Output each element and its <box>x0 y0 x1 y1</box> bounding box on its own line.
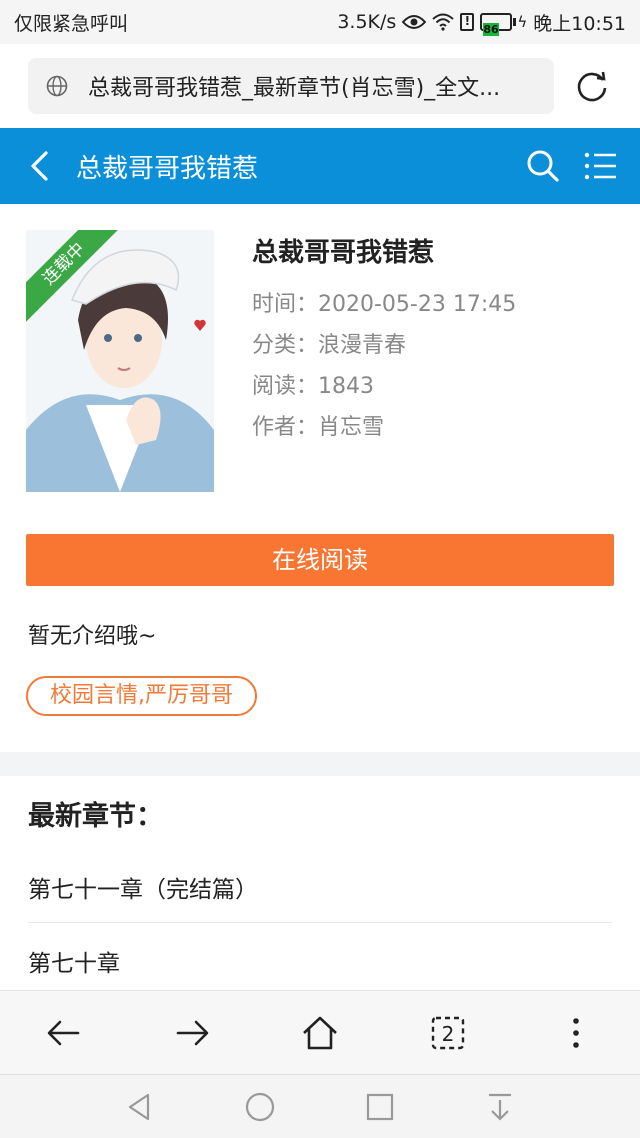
svg-text:2: 2 <box>442 1022 455 1046</box>
book-tag[interactable]: 校园言情,严厉哥哥 <box>26 676 257 716</box>
serializing-ribbon: 连载中 <box>26 230 118 322</box>
nav-home-icon[interactable] <box>244 1091 276 1123</box>
wifi-icon <box>432 13 454 31</box>
chapter-link[interactable]: 第七十章 <box>28 944 612 978</box>
latest-chapters: 最新章节： 第七十一章（完结篇） 第七十章 <box>0 776 640 990</box>
book-title: 总裁哥哥我错惹 <box>252 238 435 268</box>
section-divider <box>0 752 640 776</box>
forward-icon[interactable] <box>172 1013 212 1053</box>
carrier-text: 仅限紧急呼叫 <box>14 12 129 35</box>
charging-bolt-icon: ϟ <box>517 13 528 31</box>
status-icons: 3.5K/s ! 86 ϟ 晚上10:51 <box>337 9 626 36</box>
system-nav-bar <box>0 1074 640 1138</box>
globe-icon <box>46 75 68 97</box>
browser-address-area: 总裁哥哥我错惹_最新章节(肖忘雪)_全文... <box>0 44 640 128</box>
clock: 晚上10:51 <box>533 12 626 35</box>
browser-toolbar: 2 <box>0 990 640 1074</box>
chapter-link[interactable]: 第七十一章（完结篇） <box>28 870 612 904</box>
latest-chapters-heading: 最新章节： <box>28 801 163 832</box>
network-speed: 3.5K/s <box>337 11 397 33</box>
home-icon[interactable] <box>300 1013 340 1053</box>
nav-back-icon[interactable] <box>124 1091 156 1123</box>
header-title: 总裁哥哥我错惹 <box>76 153 259 184</box>
ribbon-label: 连载中 <box>26 230 118 322</box>
nav-recents-icon[interactable] <box>364 1091 396 1123</box>
more-options-icon[interactable] <box>556 1013 596 1053</box>
page-title-in-address-bar: 总裁哥哥我错惹_最新章节(肖忘雪)_全文... <box>88 76 501 101</box>
alert-icon: ! <box>460 13 475 31</box>
back-arrow-icon[interactable] <box>26 149 54 183</box>
status-bar: 仅限紧急呼叫 3.5K/s ! 86 ϟ 晚上10:51 <box>0 0 640 44</box>
book-author: 作者：肖忘雪 <box>252 415 385 440</box>
read-online-button[interactable]: 在线阅读 <box>26 534 614 586</box>
list-menu-icon[interactable] <box>584 151 618 181</box>
reload-icon[interactable] <box>574 68 610 104</box>
back-icon[interactable] <box>44 1013 84 1053</box>
book-cover[interactable]: 连载中 <box>26 230 214 492</box>
book-intro: 暂无介绍哦~ <box>28 624 157 649</box>
eye-icon <box>402 15 427 29</box>
battery-icon: 86 ϟ <box>480 13 528 36</box>
tabs-icon[interactable]: 2 <box>428 1013 468 1053</box>
book-category: 分类：浪漫青春 <box>252 333 407 358</box>
chapter-divider <box>28 922 612 923</box>
book-reads: 阅读：1843 <box>252 374 374 399</box>
book-time: 时间：2020-05-23 17:45 <box>252 292 517 317</box>
battery-level: 86 <box>483 23 499 36</box>
site-header: 总裁哥哥我错惹 <box>0 128 640 204</box>
search-icon[interactable] <box>526 149 560 183</box>
address-bar[interactable]: 总裁哥哥我错惹_最新章节(肖忘雪)_全文... <box>28 58 554 114</box>
nav-notification-down-icon[interactable] <box>484 1091 516 1123</box>
book-info: 连载中 总裁哥哥我错惹 时间：2020-05-23 17:45 分类：浪漫青春 … <box>0 204 640 752</box>
